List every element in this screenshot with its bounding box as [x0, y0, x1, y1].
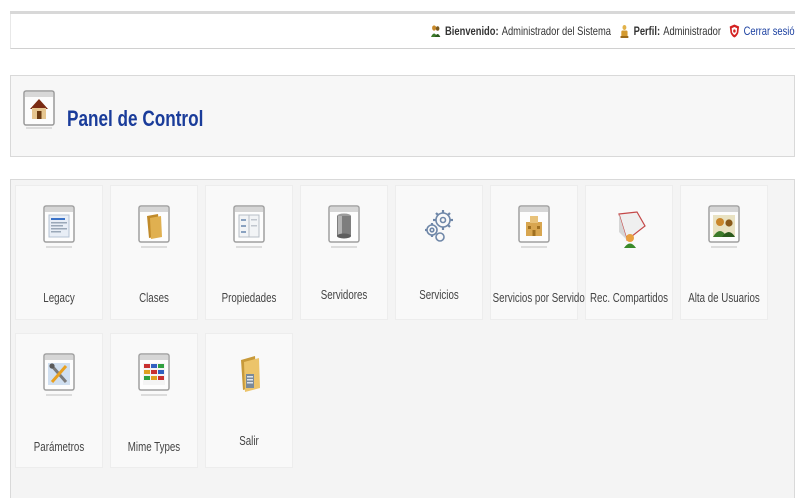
tile-label: Clases — [139, 291, 169, 305]
users-icon — [708, 205, 740, 248]
tile-legacy[interactable]: Legacy — [15, 185, 103, 320]
logout-link[interactable]: Cerrar sesió — [743, 24, 794, 38]
mime-types-icon — [138, 353, 170, 396]
shared-resources-icon — [618, 211, 646, 248]
tile-label: Rec. Compartidos — [589, 291, 669, 305]
tile-rec-compartidos[interactable]: Rec. Compartidos — [585, 185, 673, 320]
tile-label: Mime Types — [127, 440, 181, 454]
folder-icon — [138, 205, 170, 248]
tile-label: Servicios por Servidor — [492, 291, 589, 305]
logout-icon[interactable] — [729, 24, 740, 38]
profile-icon — [620, 25, 628, 38]
tile-label: Legacy — [43, 291, 75, 305]
tile-label: Salir — [239, 434, 259, 448]
tile-label: Parámetros — [33, 440, 85, 454]
tools-icon — [43, 353, 75, 396]
tile-alta-de-usuarios[interactable]: Alta de Usuarios — [680, 185, 768, 320]
tile-parametros[interactable]: Parámetros — [15, 333, 103, 468]
tile-servicios-por-servidor[interactable]: Servicios por Servidor — [490, 185, 589, 320]
top-bar: Bienvenido: Administrador del Sistema Pe… — [10, 14, 795, 49]
tile-propiedades[interactable]: Propiedades — [205, 185, 293, 320]
tile-mime-types[interactable]: Mime Types — [110, 333, 198, 468]
gears-icon — [425, 210, 453, 242]
server-services-icon — [518, 205, 550, 248]
exit-folder-icon — [241, 356, 260, 392]
tile-label: Alta de Usuarios — [688, 291, 760, 305]
welcome-value: Administrador del Sistema — [501, 24, 611, 38]
tile-servicios[interactable]: Servicios — [395, 185, 483, 320]
house-icon — [23, 90, 55, 129]
control-panel-grid: Legacy Clases Propiedades Servidores Ser… — [10, 179, 795, 498]
tile-salir[interactable]: Salir — [205, 333, 293, 468]
panel-header: Panel de Control — [10, 75, 795, 157]
user-icon — [430, 25, 441, 37]
legacy-icon — [43, 205, 75, 248]
tile-label: Propiedades — [221, 291, 277, 305]
tile-label: Servidores — [320, 288, 368, 302]
server-icon — [328, 205, 360, 248]
welcome-label: Bienvenido: — [444, 24, 499, 38]
profile-value: Administrador — [663, 24, 721, 38]
profile-label: Perfil: — [633, 24, 660, 38]
tile-clases[interactable]: Clases — [110, 185, 198, 320]
user-info: Bienvenido: Administrador del Sistema Pe… — [427, 21, 795, 41]
tile-label: Servicios — [419, 288, 459, 302]
tile-servidores[interactable]: Servidores — [300, 185, 388, 320]
page-title: Panel de Control — [67, 106, 204, 131]
properties-icon — [233, 205, 265, 248]
